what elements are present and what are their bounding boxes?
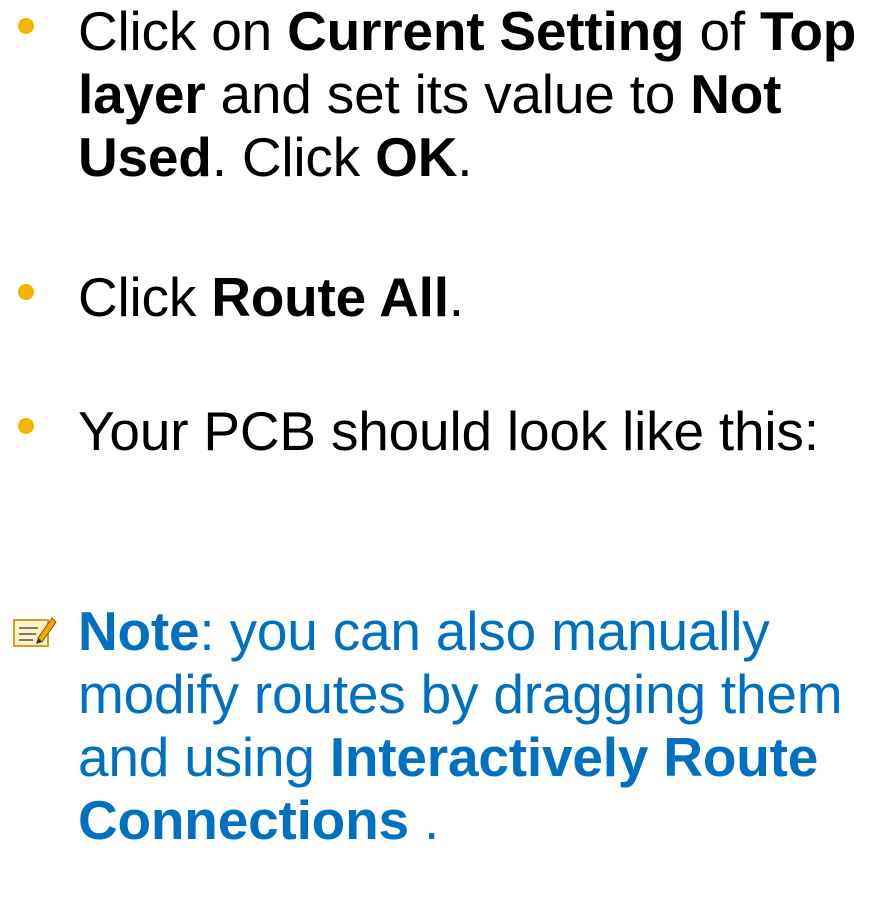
note-period: . [408, 789, 440, 851]
bullet-marker [18, 18, 34, 34]
slide: Click on Current Setting of Top layer an… [0, 0, 886, 923]
bullet-3-text-part: Your PCB should look like this: [78, 400, 819, 462]
bullet-2-text-part: . [448, 266, 464, 328]
bullet-1-text-part: . Click [211, 126, 376, 188]
bullet-1-text-part: and set its value to [205, 63, 691, 125]
note-pad-icon [8, 610, 58, 650]
bullet-1-text-part: of [684, 0, 761, 62]
bullet-text-3: Your PCB should look like this: [78, 400, 838, 463]
bullet-1-text-part: Click on [78, 0, 288, 62]
bullet-marker [18, 284, 34, 300]
bullet-text-2: Click Route All. [78, 266, 878, 329]
note-text: Note: you can also manually modify route… [78, 600, 878, 852]
note-label: Note [78, 600, 200, 662]
bullet-2-bold-route-all: Route All [211, 266, 449, 328]
bullet-2-text-part: Click [78, 266, 212, 328]
bullet-1-bold-ok: OK [375, 126, 458, 188]
bullet-1-text-part: . [457, 126, 473, 188]
bullet-1-bold-current-setting: Current Setting [287, 0, 685, 62]
bullet-marker [18, 418, 34, 434]
bullet-text-1: Click on Current Setting of Top layer an… [78, 0, 878, 189]
